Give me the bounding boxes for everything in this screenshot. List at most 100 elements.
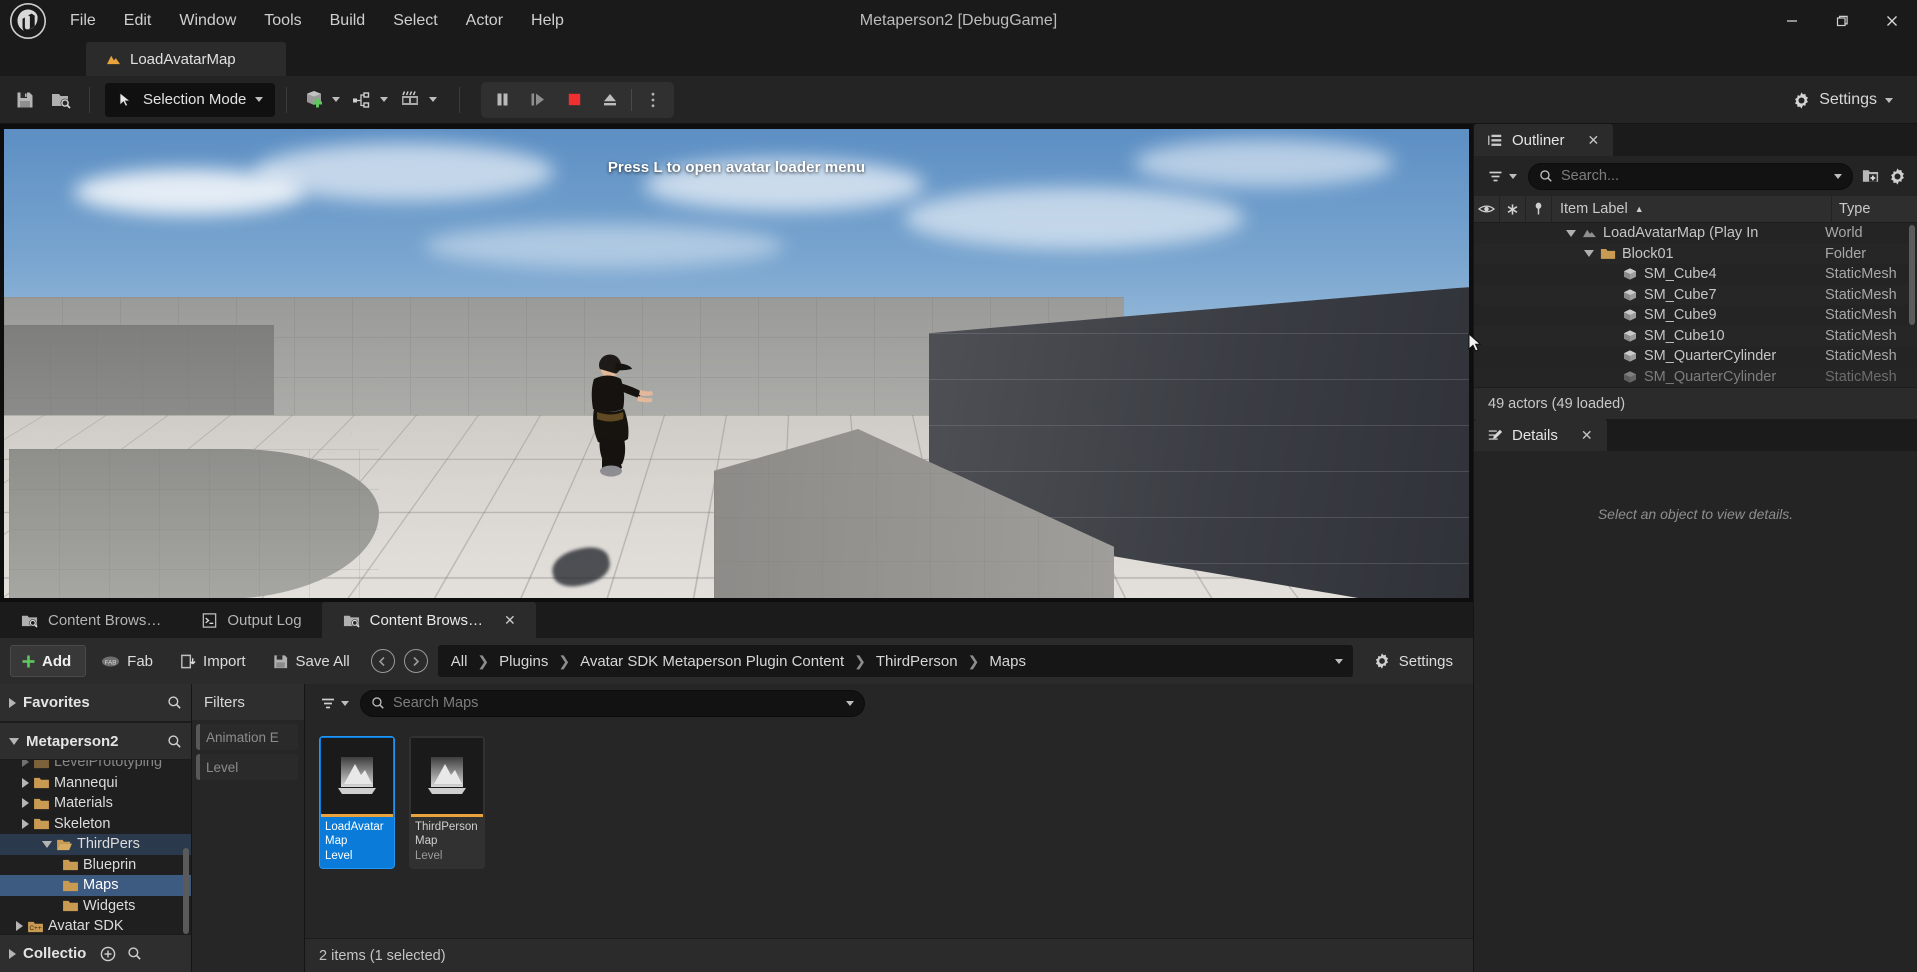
breadcrumb-thirdperson[interactable]: ThirdPerson — [873, 653, 961, 670]
toolbar-settings-button[interactable]: Settings — [1782, 83, 1903, 117]
selection-mode-button[interactable]: Selection Mode — [105, 82, 276, 117]
menu-tools[interactable]: Tools — [250, 0, 315, 42]
tree-row[interactable]: Blueprin — [0, 855, 191, 876]
close-icon[interactable]: ✕ — [504, 612, 516, 629]
tree-row[interactable]: LevelPrototyping — [0, 760, 191, 773]
table-row[interactable]: Block01 Folder — [1474, 243, 1917, 264]
pause-button[interactable] — [484, 85, 520, 115]
chevron-down-icon[interactable] — [846, 700, 854, 706]
menu-build[interactable]: Build — [316, 0, 380, 42]
chevron-down-icon[interactable] — [1334, 658, 1343, 664]
search-icon[interactable] — [167, 695, 182, 710]
breadcrumb-avatar-sdk[interactable]: Avatar SDK Metaperson Plugin Content — [577, 653, 847, 670]
gear-icon[interactable] — [1888, 167, 1907, 186]
outliner-rows[interactable]: LoadAvatarMap (Play In World Block01 Fol… — [1474, 223, 1917, 387]
create-actor-button[interactable] — [298, 83, 344, 117]
close-button[interactable] — [1867, 0, 1917, 42]
filter-chip-level[interactable]: Level — [196, 754, 298, 780]
table-row[interactable]: SM_QuarterCylinder StaticMesh — [1474, 366, 1917, 387]
chevron-down-icon[interactable] — [1584, 250, 1594, 258]
forward-button[interactable] — [403, 649, 428, 673]
tab-load-avatar-map[interactable]: LoadAvatarMap — [86, 42, 286, 76]
play-options-button[interactable] — [635, 85, 671, 115]
tree-row-maps[interactable]: Maps — [0, 875, 191, 896]
breadcrumb-plugins[interactable]: Plugins — [496, 653, 551, 670]
column-favorite[interactable] — [1500, 196, 1526, 222]
table-row[interactable]: SM_Cube10 StaticMesh — [1474, 325, 1917, 346]
import-button[interactable]: Import — [168, 645, 257, 677]
menu-actor[interactable]: Actor — [452, 0, 517, 42]
level-viewport[interactable]: Press L to open avatar loader menu — [0, 124, 1473, 602]
save-button[interactable] — [8, 83, 42, 117]
column-type[interactable]: Type — [1832, 196, 1917, 222]
search-icon[interactable] — [127, 946, 142, 961]
tab-output-log[interactable]: Output Log — [181, 602, 321, 638]
browse-button[interactable] — [44, 83, 78, 117]
table-row[interactable]: SM_Cube7 StaticMesh — [1474, 284, 1917, 305]
maximize-button[interactable] — [1817, 0, 1867, 42]
menu-edit[interactable]: Edit — [110, 0, 166, 42]
frame-advance-button[interactable] — [520, 85, 556, 115]
project-section-header[interactable]: Metaperson2 — [0, 722, 191, 760]
close-icon[interactable]: ✕ — [1581, 427, 1593, 444]
minimize-button[interactable] — [1767, 0, 1817, 42]
asset-tile-thirdpersonmap[interactable]: ThirdPerson Map Level — [409, 736, 485, 869]
chevron-down-icon[interactable] — [1834, 173, 1842, 179]
breadcrumb-separator: ❯ — [477, 652, 490, 669]
content-browser-tab-strip: Content Brows… Output Log Content Brows…… — [0, 602, 1473, 638]
collections-section-header[interactable]: Collectio — [0, 934, 191, 972]
add-button[interactable]: Add — [10, 645, 87, 677]
filter-chip-animation[interactable]: Animation E — [196, 724, 298, 750]
tree-row[interactable]: Mannequi — [0, 773, 191, 794]
content-browser-settings-button[interactable]: Settings — [1363, 645, 1463, 677]
tree-row[interactable]: Skeleton — [0, 814, 191, 835]
table-row[interactable]: SM_Cube9 StaticMesh — [1474, 305, 1917, 326]
tree-row[interactable]: Materials — [0, 793, 191, 814]
row-type: StaticMesh — [1825, 368, 1897, 385]
sidebar-scrollbar[interactable] — [183, 848, 189, 934]
unreal-logo-icon[interactable] — [0, 0, 56, 42]
column-item-label[interactable]: Item Label ▲ — [1552, 196, 1832, 222]
cinematics-button[interactable] — [394, 83, 441, 117]
eject-button[interactable] — [592, 85, 628, 115]
back-button[interactable] — [370, 649, 395, 673]
tab-details[interactable]: Details ✕ — [1474, 419, 1607, 451]
menu-window[interactable]: Window — [165, 0, 250, 42]
asset-search-input[interactable] — [393, 695, 838, 711]
tree-row[interactable]: Widgets — [0, 896, 191, 917]
menu-help[interactable]: Help — [517, 0, 578, 42]
asset-search-box[interactable] — [360, 689, 865, 717]
tree-row-avatar-sdk[interactable]: C++ Avatar SDK — [0, 916, 191, 934]
table-row[interactable]: SM_Cube4 StaticMesh — [1474, 264, 1917, 285]
outliner-search-input[interactable] — [1561, 168, 1826, 184]
tree-row-thirdperson[interactable]: ThirdPers — [0, 834, 191, 855]
column-visibility[interactable] — [1474, 196, 1500, 222]
search-icon[interactable] — [167, 734, 182, 749]
tab-content-browser-2[interactable]: Content Brows… ✕ — [321, 602, 536, 638]
asset-filter-button[interactable] — [317, 690, 352, 716]
folder-tree[interactable]: LevelPrototyping Mannequi Materials Skel… — [0, 760, 191, 934]
asset-tile-loadavatarmap[interactable]: LoadAvatar Map Level — [319, 736, 395, 869]
chevron-down-icon[interactable] — [1566, 229, 1576, 237]
menu-select[interactable]: Select — [379, 0, 451, 42]
table-row[interactable]: SM_QuarterCylinder StaticMesh — [1474, 346, 1917, 367]
filter-icon — [1489, 171, 1502, 181]
outliner-search-box[interactable] — [1528, 162, 1853, 190]
tab-outliner[interactable]: Outliner ✕ — [1474, 124, 1614, 156]
table-row[interactable]: LoadAvatarMap (Play In World — [1474, 223, 1917, 244]
outliner-filter-button[interactable] — [1484, 163, 1520, 189]
tab-content-browser-1[interactable]: Content Brows… — [0, 602, 181, 638]
menu-file[interactable]: File — [56, 0, 110, 42]
fab-button[interactable]: FAB Fab — [90, 645, 164, 677]
breadcrumb-all[interactable]: All — [448, 653, 471, 670]
stop-button[interactable] — [556, 85, 592, 115]
blueprints-button[interactable] — [346, 83, 392, 117]
close-icon[interactable]: ✕ — [1588, 132, 1600, 149]
new-folder-icon[interactable] — [1861, 167, 1880, 185]
outliner-scrollbar[interactable] — [1909, 225, 1915, 325]
breadcrumb-maps[interactable]: Maps — [986, 653, 1029, 670]
favorites-section-header[interactable]: Favorites — [0, 684, 191, 722]
column-pin[interactable] — [1526, 196, 1552, 222]
add-collection-icon[interactable] — [100, 946, 116, 962]
save-all-button[interactable]: Save All — [261, 645, 361, 677]
